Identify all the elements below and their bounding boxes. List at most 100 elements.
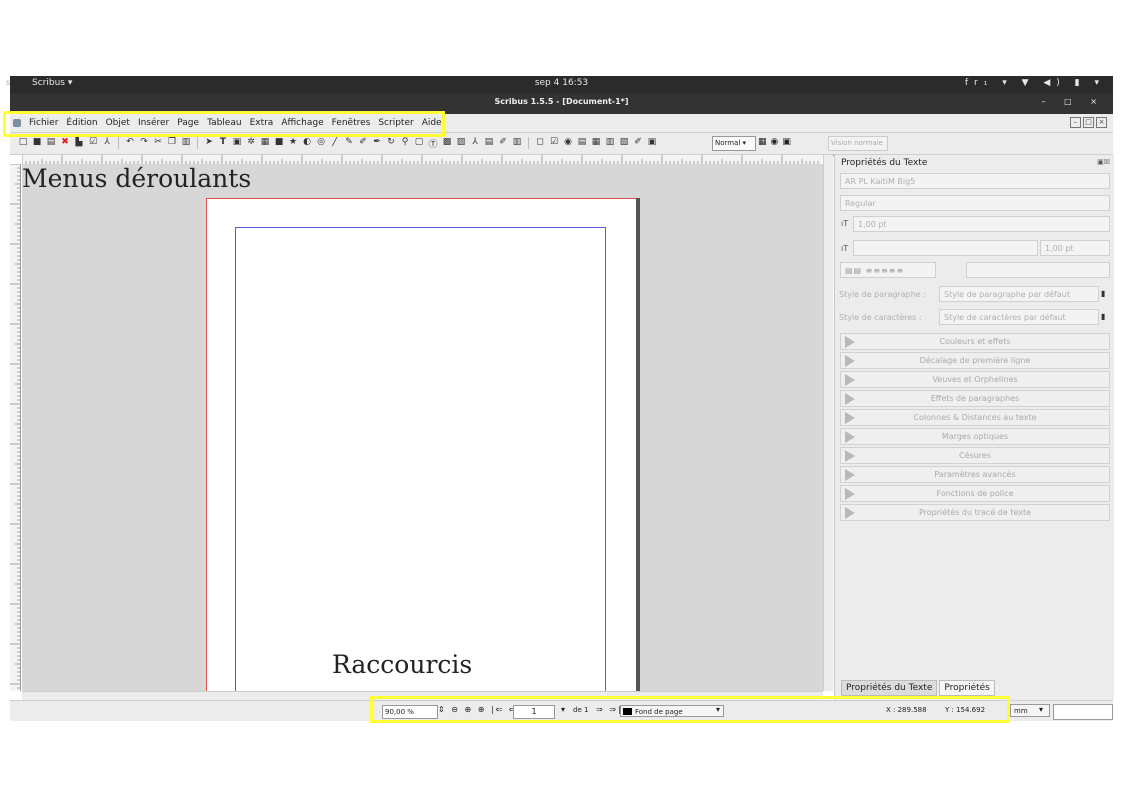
toolbar-separator [197,137,198,149]
window-title: Scribus 1.5.5 - [Document-1*] [494,97,629,106]
pdf-link-icon[interactable]: ✐ [633,137,643,150]
pdf-combobox-icon[interactable]: ▦ [591,137,601,150]
font-size-field[interactable]: 1,00 pt [853,216,1110,232]
char-style-select[interactable]: Style de caractères par défaut [939,309,1099,325]
preflight-icon[interactable]: ☑ [88,137,98,150]
window-controls[interactable]: – □ × [1042,97,1105,106]
font-size-value: 1,00 pt [858,220,887,229]
print-icon[interactable]: ▙ [74,137,84,150]
status-input-field[interactable] [1053,704,1113,720]
section-label: Décalage de première ligne [919,356,1031,365]
unit-value: mm [1014,707,1028,715]
visual-preview-select[interactable]: Vision normale ▾ [828,136,888,160]
eyedropper-icon[interactable]: ✐ [498,137,508,150]
color-management-icon[interactable]: ▦ [758,137,767,147]
section-effets-paragraphes[interactable]: Effets de paragraphes [840,390,1110,407]
system-top-bar: s Scribus ▾ sep 4 16:53 fr₁ ▾ ▼ ◀) ▮ ▾ [6,76,1113,93]
shape-tool-icon[interactable]: ■ [274,137,284,150]
mdi-close-icon[interactable]: × [1096,117,1107,128]
para-style-select[interactable]: Style de paragraphe par défaut [939,286,1099,302]
view-mode-select[interactable]: Normal ▾ [712,136,756,151]
document-canvas[interactable]: Menus déroulants Raccourcis [22,164,823,691]
annotation-menus-deroulants: Menus déroulants [22,164,252,193]
story-editor-icon[interactable]: Ⓣ [428,137,438,150]
font-style-select[interactable]: Regular [840,195,1110,211]
font-family-select[interactable]: AR PL KaitiM Big5 [840,173,1110,189]
mdi-minimize-icon[interactable]: – [1070,117,1081,128]
page-shadow [636,198,640,691]
redo-icon[interactable]: ↷ [139,137,149,150]
para-style-label: Style de paragraphe : [839,290,926,299]
mdi-restore-icon[interactable]: □ [1083,117,1094,128]
bezier-tool-icon[interactable]: ✎ [344,137,354,150]
unlink-frames-icon[interactable]: ▨ [456,137,466,150]
line-spacing-mode-select[interactable] [853,240,1038,256]
canvas-vertical-scrollbar[interactable] [823,155,833,691]
alignment-buttons[interactable]: ▤▤ ≡≡≡≡≡ [840,262,936,278]
unit-dropdown-arrow-icon[interactable]: ▾ [1039,705,1043,714]
line-spacing-value: 1,00 pt [1045,244,1074,253]
text-tool-icon[interactable]: T [218,137,228,150]
new-document-icon[interactable]: □ [18,137,28,150]
system-tray[interactable]: fr₁ ▾ ▼ ◀) ▮ ▾ [965,78,1105,88]
section-proprietes-trace[interactable]: Propriétés du tracé de texte [840,504,1110,521]
measure-tool-icon[interactable]: ⅄ [470,137,480,150]
paste-icon[interactable]: ▥ [181,137,191,150]
freehand-tool-icon[interactable]: ✐ [358,137,368,150]
section-label: Paramètres avancés [934,470,1016,479]
pdf-listbox-icon[interactable]: ▥ [605,137,615,150]
calligraphic-tool-icon[interactable]: ✒ [372,137,382,150]
direction-select[interactable] [966,262,1110,278]
line-tool-icon[interactable]: ╱ [330,137,340,150]
select-tool-icon[interactable]: ➤ [204,137,214,150]
vertical-ruler[interactable] [10,163,21,691]
pdf-annotation-icon[interactable]: ▧ [619,137,629,150]
section-veuves-orphelines[interactable]: Veuves et Orphelines [840,371,1110,388]
cut-icon[interactable]: ✂ [153,137,163,150]
clock[interactable]: sep 4 16:53 [10,78,1113,88]
section-couleurs-effets[interactable]: Couleurs et effets [840,333,1110,350]
edit-text-icon[interactable]: ▢ [414,137,424,150]
pdf-text-annotation-icon[interactable]: ▣ [647,137,657,150]
open-document-icon[interactable]: ■ [32,137,42,150]
tab-proprietes-texte[interactable]: Propriétés du Texte [841,680,938,696]
preview-mode-icon[interactable]: ◉ [771,137,779,147]
pdf-textfield-icon[interactable]: ▤ [577,137,587,150]
char-style-clear-icon[interactable]: ▮ [1101,312,1105,321]
render-tool-icon[interactable]: ✲ [246,137,256,150]
export-pdf-icon[interactable]: ⅄ [102,137,112,150]
link-frames-icon[interactable]: ▩ [442,137,452,150]
unit-select[interactable]: mm [1010,704,1050,717]
line-spacing-field[interactable]: 1,00 pt [1040,240,1110,256]
edit-in-preview-icon[interactable]: ▣ [782,137,791,147]
pdf-radio-icon[interactable]: ◉ [563,137,573,150]
save-icon[interactable]: ▤ [46,137,56,150]
arc-tool-icon[interactable]: ◐ [302,137,312,150]
para-style-clear-icon[interactable]: ▮ [1101,289,1105,298]
section-marges-optiques[interactable]: Marges optiques [840,428,1110,445]
table-tool-icon[interactable]: ▦ [260,137,270,150]
panel-title: Propriétés du Texte [841,158,928,168]
zoom-tool-icon[interactable]: ⚲ [400,137,410,150]
pdf-checkbox-icon[interactable]: ☑ [549,137,559,150]
spiral-tool-icon[interactable]: ◎ [316,137,326,150]
rotate-tool-icon[interactable]: ↻ [386,137,396,150]
page-margin-guides [235,227,606,691]
section-parametres-avances[interactable]: Paramètres avancés [840,466,1110,483]
panel-float-close-icon[interactable]: ▣☒ [1097,158,1110,166]
tab-proprietes[interactable]: Propriétés [939,680,995,696]
pdf-tools-icon[interactable]: ▥ [512,137,522,150]
section-colonnes-distances[interactable]: Colonnes & Distances au texte [840,409,1110,426]
polygon-tool-icon[interactable]: ★ [288,137,298,150]
copy-icon[interactable]: ❐ [167,137,177,150]
pdf-button-icon[interactable]: ◻ [535,137,545,150]
properties-tabs: Propriétés du Texte Propriétés [841,680,995,696]
close-document-icon[interactable]: ✖ [60,137,70,150]
section-cesures[interactable]: Césures [840,447,1110,464]
image-tool-icon[interactable]: ▣ [232,137,242,150]
section-decalage-premiere-ligne[interactable]: Décalage de première ligne [840,352,1110,369]
section-label: Couleurs et effets [939,337,1011,346]
section-fonctions-police[interactable]: Fonctions de police [840,485,1110,502]
copy-properties-icon[interactable]: ▤ [484,137,494,150]
undo-icon[interactable]: ↶ [125,137,135,150]
